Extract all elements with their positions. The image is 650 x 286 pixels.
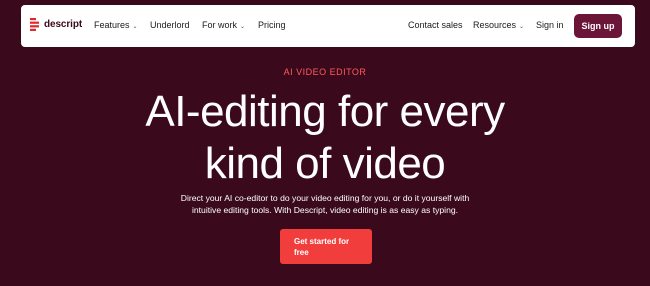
nav-features-label: Features bbox=[94, 20, 130, 30]
hero-subtext-line-2: intuitive editing tools. With Descript, … bbox=[191, 205, 459, 215]
chevron-down-icon: ⌄ bbox=[240, 24, 246, 30]
nav-for-work[interactable]: For work ⌄ bbox=[202, 20, 245, 30]
brand-logo[interactable]: descript bbox=[30, 18, 82, 31]
nav-for-work-label: For work bbox=[202, 20, 238, 30]
hero-subtext-line-1: Direct your AI co-editor to do your vide… bbox=[180, 193, 470, 203]
hero-headline-line-1: AI-editing for every bbox=[145, 87, 505, 136]
nav-resources-label: Resources bbox=[473, 20, 517, 30]
get-started-label-1: Get started for bbox=[294, 237, 350, 246]
nav-sign-in[interactable]: Sign in bbox=[536, 20, 564, 30]
hero-subtext: Direct your AI co-editor to do your vide… bbox=[0, 192, 650, 216]
nav-pricing[interactable]: Pricing bbox=[258, 20, 286, 30]
chevron-down-icon: ⌄ bbox=[519, 24, 525, 30]
nav-contact-sales[interactable]: Contact sales bbox=[408, 20, 463, 30]
chevron-down-icon: ⌄ bbox=[132, 24, 138, 30]
get-started-button[interactable]: Get started for free bbox=[280, 229, 372, 264]
nav-underlord[interactable]: Underlord bbox=[150, 20, 190, 30]
descript-logo-icon bbox=[30, 18, 39, 31]
nav-resources[interactable]: Resources ⌄ bbox=[473, 20, 524, 30]
hero-headline-line-2: kind of video bbox=[204, 139, 446, 188]
hero-eyebrow: AI VIDEO EDITOR bbox=[283, 67, 367, 77]
brand-name: descript bbox=[44, 19, 83, 30]
hero-headline: AI-editing for every kind of video bbox=[0, 86, 650, 190]
top-nav: descript Features ⌄ Underlord For work ⌄ P… bbox=[21, 5, 635, 47]
sign-up-button[interactable]: Sign up bbox=[574, 14, 622, 38]
get-started-label-2: free bbox=[294, 248, 309, 257]
nav-features[interactable]: Features ⌄ bbox=[94, 20, 138, 30]
